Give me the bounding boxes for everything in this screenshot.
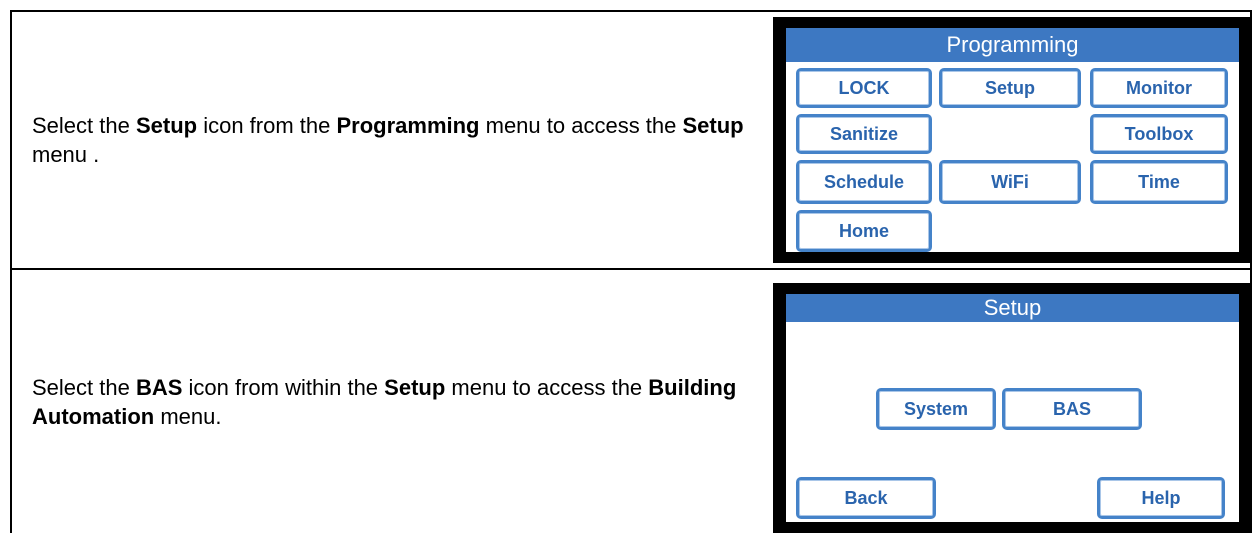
help-button[interactable]: Help — [1097, 477, 1225, 519]
back-button[interactable]: Back — [796, 477, 936, 519]
setup-title-bar: Setup — [786, 294, 1239, 322]
setup-screen: Setup System BAS Back Help — [773, 283, 1252, 533]
time-button[interactable]: Time — [1090, 160, 1228, 204]
instruction-text: icon from the — [197, 113, 337, 138]
instruction-page: Select the Setup icon from the Programmi… — [0, 0, 1254, 533]
instruction-text: menu to access the — [479, 113, 683, 138]
programming-title-bar: Programming — [786, 28, 1239, 62]
bas-button[interactable]: BAS — [1002, 388, 1142, 430]
instruction-text: Select the — [32, 113, 136, 138]
instruction-keyword: Programming — [336, 113, 480, 138]
home-button[interactable]: Home — [796, 210, 932, 252]
instruction-text: menu to access the — [445, 374, 649, 400]
instruction-text: Select the — [32, 374, 136, 400]
instruction-keyword: Setup — [682, 113, 744, 138]
instruction-keyword: Setup — [384, 374, 446, 400]
lock-button[interactable]: LOCK — [796, 68, 932, 108]
instruction-keyword: Setup — [135, 113, 198, 138]
monitor-button[interactable]: Monitor — [1090, 68, 1228, 108]
instruction-keyword: BAS — [135, 374, 183, 400]
instruction-text: menu. — [154, 403, 222, 429]
programming-screen: Programming LOCK Setup Monitor Sanitize … — [773, 17, 1252, 263]
schedule-button[interactable]: Schedule — [796, 160, 932, 204]
system-button[interactable]: System — [876, 388, 996, 430]
setup-button[interactable]: Setup — [939, 68, 1081, 108]
step-1-instruction: Select the Setup icon from the Programmi… — [32, 111, 752, 169]
instruction-text: menu . — [32, 142, 100, 167]
step-2-instruction: Select the BAS icon from within the Setu… — [32, 373, 752, 431]
toolbox-button[interactable]: Toolbox — [1090, 114, 1228, 154]
setup-screen-display: Setup System BAS Back Help — [786, 294, 1239, 522]
sanitize-button[interactable]: Sanitize — [796, 114, 932, 154]
wifi-button[interactable]: WiFi — [939, 160, 1081, 204]
instruction-text: icon from within the — [182, 374, 385, 400]
programming-screen-display: Programming LOCK Setup Monitor Sanitize … — [786, 28, 1239, 252]
